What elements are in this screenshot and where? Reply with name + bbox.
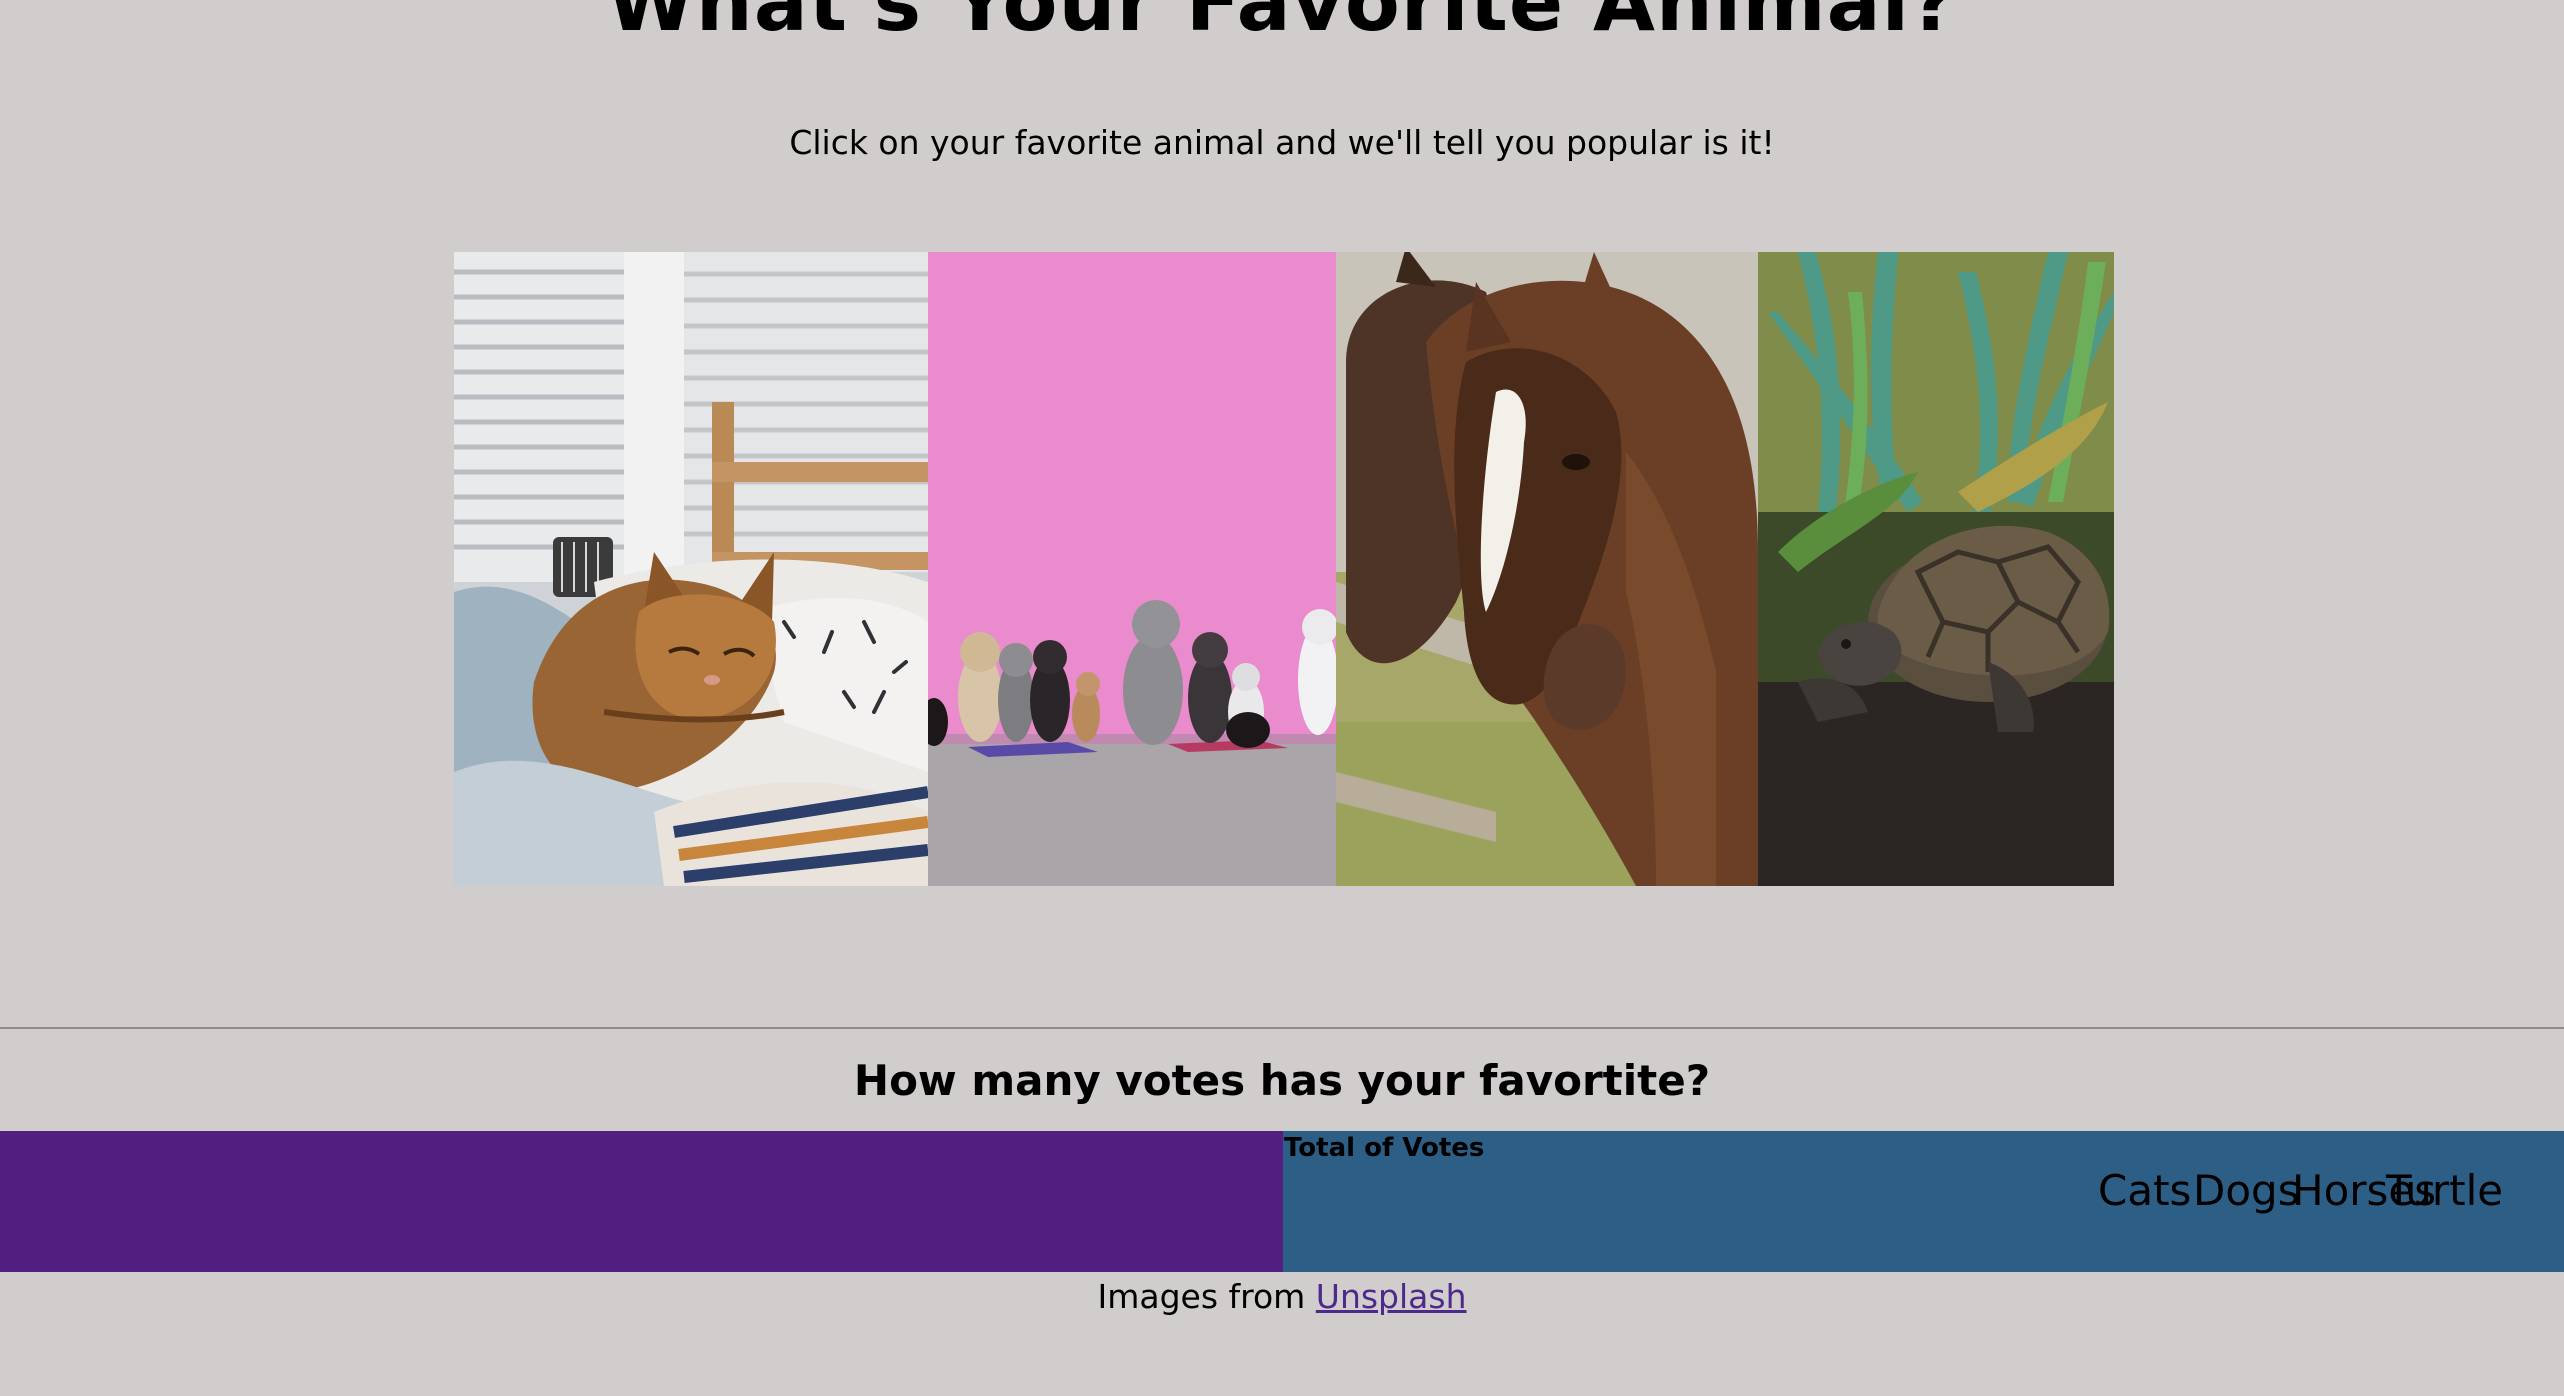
votes-chart-svg: Total of Votes Cats DogsHorsesTurtle [0, 1131, 2564, 1272]
section-divider [0, 1027, 2564, 1029]
page-subtitle: Click on your favorite animal and we'll … [789, 123, 1775, 162]
turtle-image [1758, 252, 2114, 886]
dogs-photo[interactable] [928, 252, 1336, 886]
chart-category-label: Turtle [2385, 1166, 2503, 1215]
chart-category-labels: Cats DogsHorsesTurtle [2098, 1166, 2503, 1215]
turtle-photo[interactable] [1758, 252, 2114, 886]
footer-prefix: Images from [1097, 1277, 1316, 1316]
votes-chart: Total of Votes Cats Dogs Horses Turtle [0, 1131, 2564, 1272]
cat-photo[interactable] [454, 252, 928, 886]
page-title: What's Your Favorite Animal? [606, 0, 1958, 49]
footer: Images from Unsplash [0, 1270, 2564, 1324]
horse-image [1336, 252, 1758, 886]
chart-left-panel [0, 1131, 1283, 1272]
unsplash-link[interactable]: Unsplash [1316, 1277, 1467, 1316]
chart-title: Total of Votes [1284, 1133, 1484, 1163]
chart-category-label: Cats [2098, 1166, 2191, 1215]
page: What's Your Favorite Animal? Click on yo… [0, 0, 2564, 1396]
animal-gallery [454, 252, 2114, 886]
chart-category-label: Dogs [2193, 1166, 2300, 1215]
dogs-image [928, 252, 1336, 886]
horse-photo[interactable] [1336, 252, 1758, 886]
cat-image [454, 252, 928, 886]
votes-heading: How many votes has your favortite? [853, 1056, 1711, 1105]
